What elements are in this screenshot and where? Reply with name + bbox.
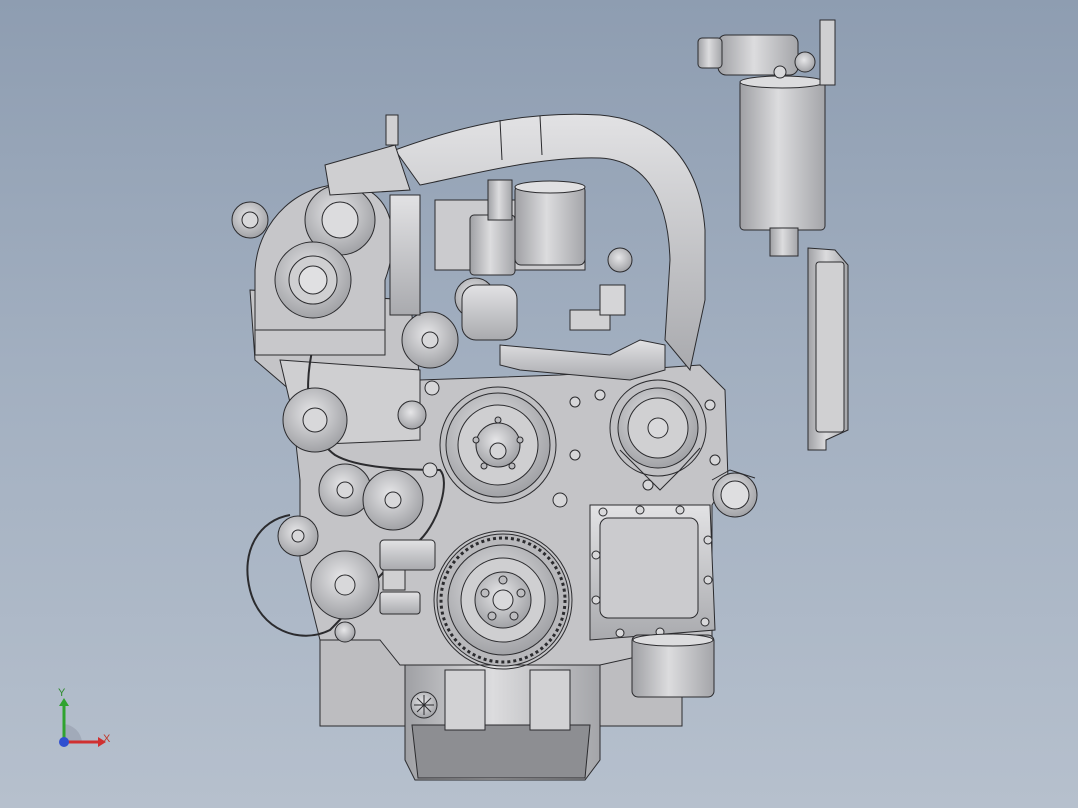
y-axis-label: Y	[58, 687, 66, 699]
water-pump-pulley	[439, 386, 557, 504]
oil-cooler	[631, 633, 715, 698]
x-axis-label: X	[103, 733, 111, 745]
engine-model[interactable]	[0, 0, 1078, 808]
side-cover-plate	[807, 247, 849, 451]
graphics-viewport[interactable]: X Y	[0, 0, 1078, 808]
timing-cover	[589, 504, 716, 641]
fuel-pump-assembly	[434, 179, 586, 341]
z-axis-icon	[59, 737, 69, 747]
fuel-filter	[697, 19, 836, 257]
crankshaft-pulley	[436, 533, 570, 667]
turbocharger	[231, 184, 394, 349]
